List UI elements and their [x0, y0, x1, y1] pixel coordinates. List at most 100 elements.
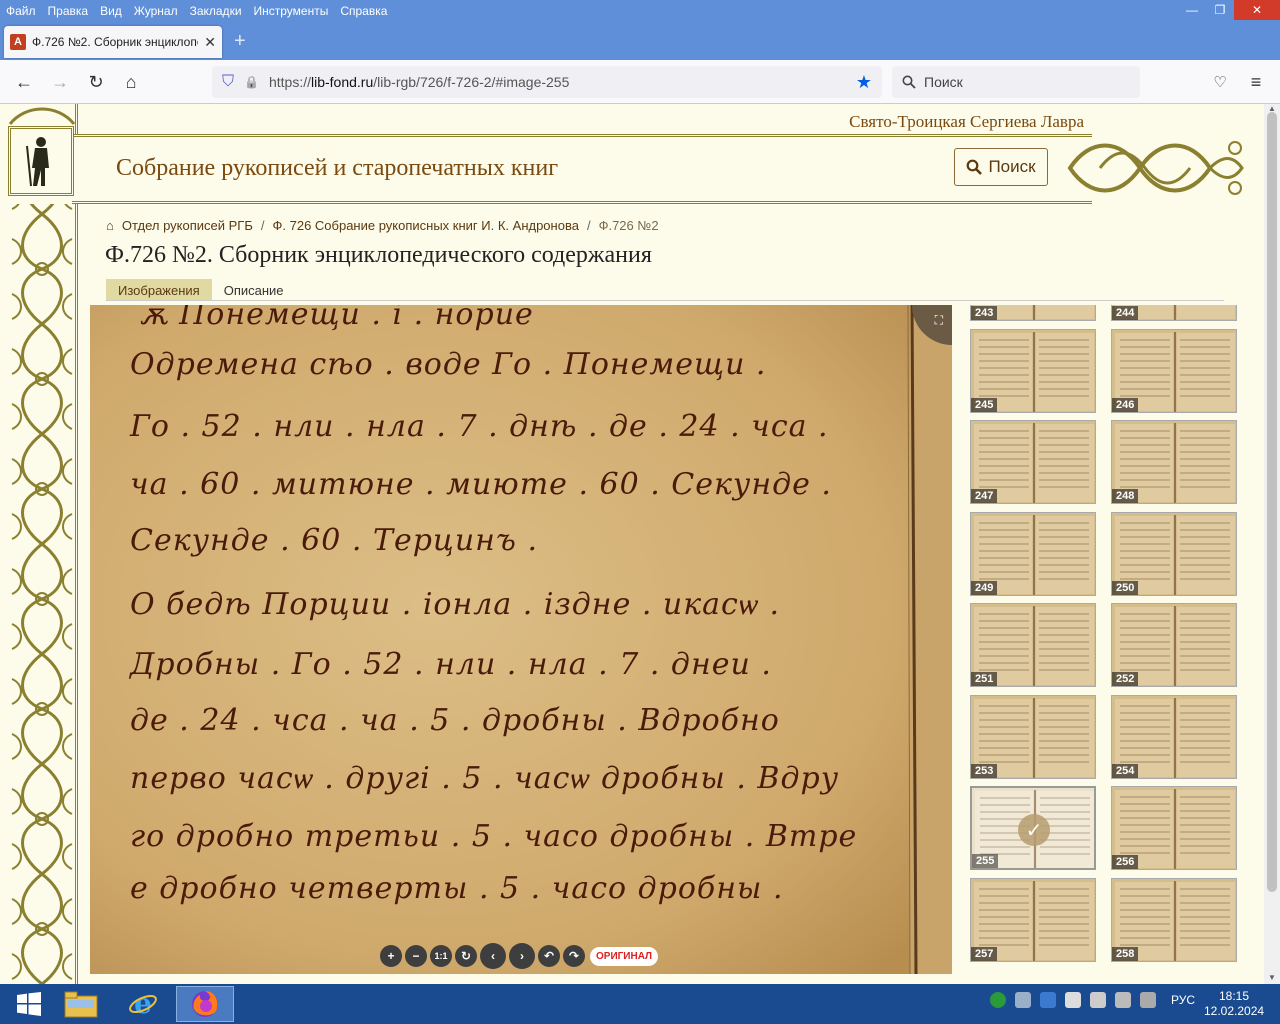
rotate-left-button[interactable]: ↶ — [538, 945, 560, 967]
system-tray: РУС — [990, 992, 1195, 1008]
browser-search-input[interactable]: Поиск — [892, 66, 1140, 98]
home-icon: ⌂ — [106, 218, 114, 233]
taskbar: e РУС 18:15 12.02.2024 — [0, 984, 1280, 1024]
pocket-icon[interactable]: ♡ — [1208, 70, 1232, 94]
thumbnail-253[interactable]: 253 — [970, 694, 1096, 779]
manuscript-line: Дробны . Го . 52 . нли . нла . 7 . днеи … — [130, 647, 772, 682]
thumbnail-number: 244 — [1112, 306, 1139, 320]
menu-item-1[interactable]: Правка — [42, 0, 95, 22]
thumbnail-246[interactable]: 246 — [1111, 328, 1237, 413]
bookmark-star-icon[interactable]: ★ — [856, 72, 872, 93]
tab-close-icon[interactable]: ✕ — [204, 34, 216, 51]
network-status-icon[interactable] — [990, 992, 1006, 1008]
original-button[interactable]: ОРИГИНАЛ — [590, 946, 659, 966]
shield-icon[interactable]: ⛉ — [222, 73, 234, 91]
thumbnail-255[interactable]: ✓ 255 — [970, 786, 1096, 870]
file-explorer-button[interactable] — [52, 986, 110, 1022]
menu-item-3[interactable]: Журнал — [128, 0, 184, 22]
thumbnail-258[interactable]: 258 — [1111, 877, 1237, 962]
thumbnail-248[interactable]: 248 — [1111, 420, 1237, 504]
power-icon[interactable] — [1140, 992, 1156, 1008]
left-ornament-border — [6, 104, 78, 984]
menu-item-0[interactable]: Файл — [0, 0, 42, 22]
app-tray-icon[interactable] — [1040, 992, 1056, 1008]
reload-button[interactable]: ↻ — [84, 70, 108, 94]
thumbnail-number: 245 — [971, 397, 998, 412]
site-header: Собрание рукописей и старопечатных книг — [72, 134, 1092, 204]
app-menu-button[interactable]: ≡ — [1244, 70, 1268, 94]
page-scrollbar[interactable]: ▲ ▼ — [1264, 104, 1280, 984]
network-icon[interactable] — [1115, 992, 1131, 1008]
internet-explorer-button[interactable]: e — [114, 986, 172, 1022]
breadcrumb-item-fond[interactable]: Ф. 726 Собрание рукописных книг И. К. Ан… — [273, 218, 579, 233]
maximize-button[interactable]: ❐ — [1206, 0, 1234, 20]
prev-image-button[interactable]: ‹ — [480, 943, 506, 969]
reset-button[interactable]: ↻ — [455, 945, 477, 967]
site-search-button[interactable]: Поиск — [954, 148, 1048, 186]
volume-icon[interactable] — [1090, 992, 1106, 1008]
thumbnail-number: 253 — [971, 763, 998, 778]
language-indicator[interactable]: РУС — [1171, 993, 1195, 1007]
menu-bar: Файл Правка Вид Журнал Закладки Инструменты Сп… — [0, 0, 1280, 22]
manuscript-line: Го . 52 . нли . нла . 7 . днѣ . де . 24 … — [130, 409, 829, 444]
firefox-taskbar-button[interactable] — [176, 986, 234, 1022]
thumbnail-251[interactable]: 251 — [970, 603, 1096, 687]
tab-title: Ф.726 №2. Сборник энциклопе — [32, 35, 199, 49]
menu-item-5[interactable]: Инструменты — [248, 0, 335, 22]
drive-icon[interactable] — [1015, 992, 1031, 1008]
next-image-button[interactable]: › — [509, 943, 535, 969]
manuscript-viewer[interactable]: ѫ Понемещи . і . норие Одремена сѣо . вод… — [90, 305, 952, 974]
address-bar[interactable]: ⛉ 🔒 https://lib-fond.ru/lib-rgb/726/f-72… — [212, 66, 882, 98]
breadcrumb-item-dept[interactable]: Отдел рукописей РГБ — [122, 218, 253, 233]
zoom-out-button[interactable]: − — [405, 945, 427, 967]
thumbnail-250[interactable]: 250 — [1111, 511, 1237, 596]
actual-size-button[interactable]: 1:1 — [430, 945, 452, 967]
thumbnail-number: 243 — [971, 306, 998, 320]
tab-description[interactable]: Описание — [212, 279, 296, 300]
flag-icon[interactable] — [1065, 992, 1081, 1008]
close-window-button[interactable]: ✕ — [1234, 0, 1280, 20]
scrollbar-thumb[interactable] — [1267, 112, 1277, 892]
site-title[interactable]: Собрание рукописей и старопечатных книг — [116, 155, 558, 182]
new-tab-button[interactable]: + — [234, 30, 246, 52]
thumbnail-244[interactable]: 244 — [1111, 305, 1237, 321]
search-icon — [902, 75, 916, 89]
back-button[interactable]: ← — [12, 70, 36, 94]
thumbnail-number: 257 — [971, 946, 998, 961]
browser-tab[interactable]: A Ф.726 №2. Сборник энциклопе ✕ — [4, 26, 222, 58]
minimize-button[interactable]: — — [1178, 0, 1206, 20]
scroll-down-icon[interactable]: ▼ — [1264, 973, 1280, 982]
rotate-right-button[interactable]: ↷ — [563, 945, 585, 967]
thumbnail-249[interactable]: 249 — [970, 511, 1096, 596]
thumbnail-257[interactable]: 257 — [970, 877, 1096, 962]
menu-item-2[interactable]: Вид — [94, 0, 128, 22]
thumbnail-245[interactable]: 245 — [970, 328, 1096, 413]
home-button[interactable]: ⌂ — [119, 70, 143, 94]
menu-item-4[interactable]: Закладки — [184, 0, 248, 22]
thumbnail-number: 246 — [1112, 397, 1139, 412]
tab-images[interactable]: Изображения — [106, 279, 212, 300]
site-logo[interactable] — [8, 126, 74, 196]
lock-icon[interactable]: 🔒 — [244, 75, 259, 89]
zoom-in-button[interactable]: + — [380, 945, 402, 967]
thumbnail-number: 250 — [1112, 580, 1139, 595]
menu-item-6[interactable]: Справка — [334, 0, 393, 22]
thumbnail-256[interactable]: 256 — [1111, 786, 1237, 870]
clock-time: 18:15 — [1218, 989, 1250, 1003]
selected-check-icon: ✓ — [1018, 814, 1050, 846]
manuscript-line: перво часѡ . другі . 5 . часѡ дробны . В… — [130, 761, 840, 796]
thumbnail-247[interactable]: 247 — [970, 420, 1096, 504]
lavra-link[interactable]: Свято-Троицкая Сергиева Лавра — [849, 112, 1084, 132]
knot-ornament — [1067, 141, 1244, 195]
thumbnail-252[interactable]: 252 — [1111, 603, 1237, 687]
search-icon — [967, 159, 983, 175]
thumbnail-243[interactable]: 243 — [970, 305, 1096, 321]
thumbnail-254[interactable]: 254 — [1111, 694, 1237, 779]
manuscript-line: ѫ Понемещи . і . норие — [140, 305, 534, 332]
forward-button[interactable]: → — [48, 70, 72, 94]
clock[interactable]: 18:15 12.02.2024 — [1204, 989, 1264, 1019]
start-button[interactable] — [0, 986, 58, 1022]
url-text[interactable]: https://lib-fond.ru/lib-rgb/726/f-726-2/… — [269, 74, 846, 90]
site-favicon-icon: A — [10, 34, 26, 50]
thumbnail-number: 251 — [971, 672, 998, 686]
